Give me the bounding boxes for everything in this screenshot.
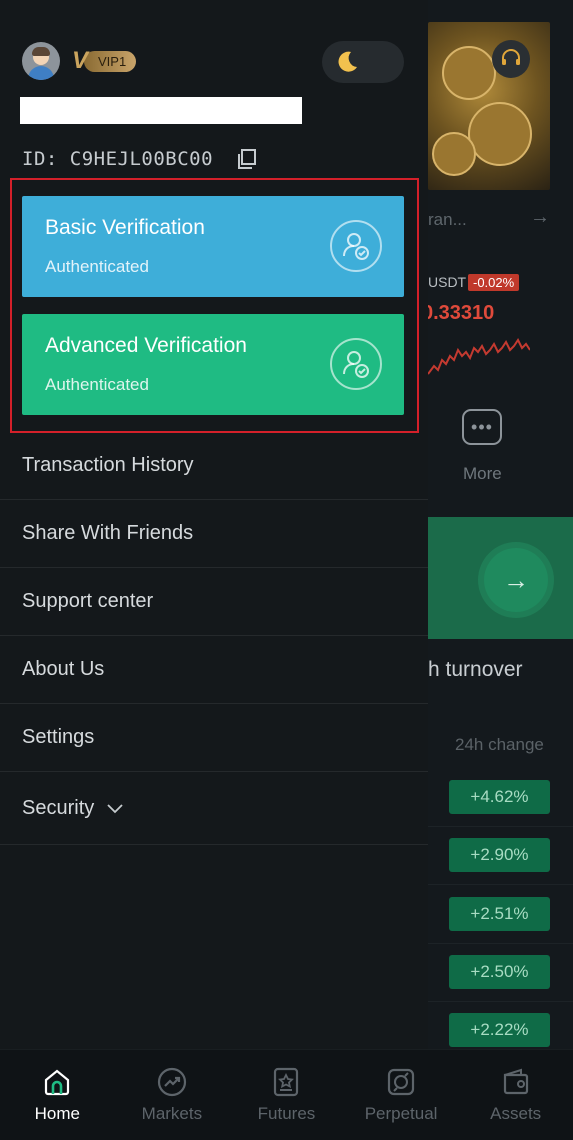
nav-assets[interactable]: Assets: [458, 1050, 573, 1140]
assets-icon: [503, 1068, 528, 1095]
menu-item-support-center[interactable]: Support center: [0, 568, 428, 636]
menu-item-settings[interactable]: Settings: [0, 704, 428, 772]
ticker-change-badge: -0.02%: [468, 274, 520, 291]
menu-item-about-us[interactable]: About Us: [0, 636, 428, 704]
username-redacted: [20, 97, 302, 124]
ticker-pair: USDT: [428, 274, 467, 290]
nav-label: Home: [34, 1104, 80, 1123]
advanced-verification-title: Advanced Verification: [45, 334, 247, 357]
change-badge: +4.62%: [449, 780, 550, 814]
more-label[interactable]: More: [463, 464, 502, 484]
futures-icon: [274, 1067, 299, 1097]
arrow-right-icon[interactable]: →: [530, 206, 550, 229]
moon-icon: [338, 51, 357, 72]
menu-item-label: Settings: [22, 726, 95, 748]
menu-item-label: Transaction History: [22, 453, 194, 476]
nav-perpetual[interactable]: Perpetual: [344, 1050, 459, 1140]
change-badge: +2.90%: [449, 838, 550, 872]
nav-futures[interactable]: Futures: [229, 1050, 344, 1140]
basic-verification-status: Authenticated: [45, 257, 149, 276]
news-ticker-text: ran...: [428, 210, 467, 229]
menu-item-security[interactable]: Security: [0, 772, 428, 845]
basic-verification-title: Basic Verification: [45, 216, 205, 239]
menu-item-label: Share With Friends: [22, 522, 194, 544]
basic-verification-card[interactable]: Basic Verification Authenticated: [22, 196, 404, 297]
home-icon: [45, 1069, 70, 1096]
verified-user-icon: [330, 338, 382, 390]
nav-label: Futures: [257, 1104, 316, 1123]
perpetual-icon: [387, 1068, 415, 1096]
vip-letter: V: [72, 47, 89, 74]
change-badge: +2.50%: [449, 955, 550, 989]
change-badge: +2.51%: [449, 897, 550, 931]
advanced-verification-card[interactable]: Advanced Verification Authenticated: [22, 314, 404, 415]
column-header-24h-change: 24h change: [455, 735, 544, 754]
change-badge: +2.22%: [449, 1013, 550, 1047]
vip-level: VIP1: [84, 50, 137, 72]
markets-icon: [157, 1067, 186, 1097]
vip-badge[interactable]: V VIP1: [72, 47, 137, 74]
menu-item-share-with-friends[interactable]: Share With Friends: [0, 500, 428, 568]
section-title: h turnover: [428, 658, 523, 681]
nav-label: Markets: [141, 1104, 203, 1123]
nav-label: Perpetual: [364, 1104, 438, 1123]
nav-markets[interactable]: Markets: [115, 1050, 230, 1140]
verified-user-icon: [330, 220, 382, 272]
menu-item-label: About Us: [22, 658, 105, 680]
bottom-navigation: Home Markets Futures Perpetual Assets: [0, 1049, 573, 1140]
nav-home[interactable]: Home: [0, 1050, 115, 1140]
side-drawer: V VIP1 ID: C9HEJL00BC00 Basic Verificati…: [0, 0, 428, 1139]
ticker-price: 0.33310: [422, 302, 495, 324]
customer-service-icon[interactable]: [492, 40, 530, 78]
more-icon[interactable]: •••: [462, 409, 502, 445]
user-id: ID: C9HEJL00BC00: [22, 148, 214, 170]
menu-item-label: Support center: [22, 590, 154, 612]
drawer-menu: Transaction History Share With Friends S…: [0, 431, 428, 845]
arrow-right-icon[interactable]: →: [484, 548, 548, 612]
dark-mode-toggle[interactable]: [322, 41, 404, 83]
avatar[interactable]: [22, 42, 60, 80]
nav-label: Assets: [490, 1104, 542, 1123]
copy-icon[interactable]: [236, 148, 258, 170]
promo-banner-image: [428, 22, 550, 190]
price-sparkline: [428, 338, 530, 375]
menu-item-label: Security: [22, 796, 95, 819]
menu-item-transaction-history[interactable]: Transaction History: [0, 431, 428, 500]
advanced-verification-status: Authenticated: [45, 375, 149, 394]
chevron-down-icon: [107, 804, 123, 814]
